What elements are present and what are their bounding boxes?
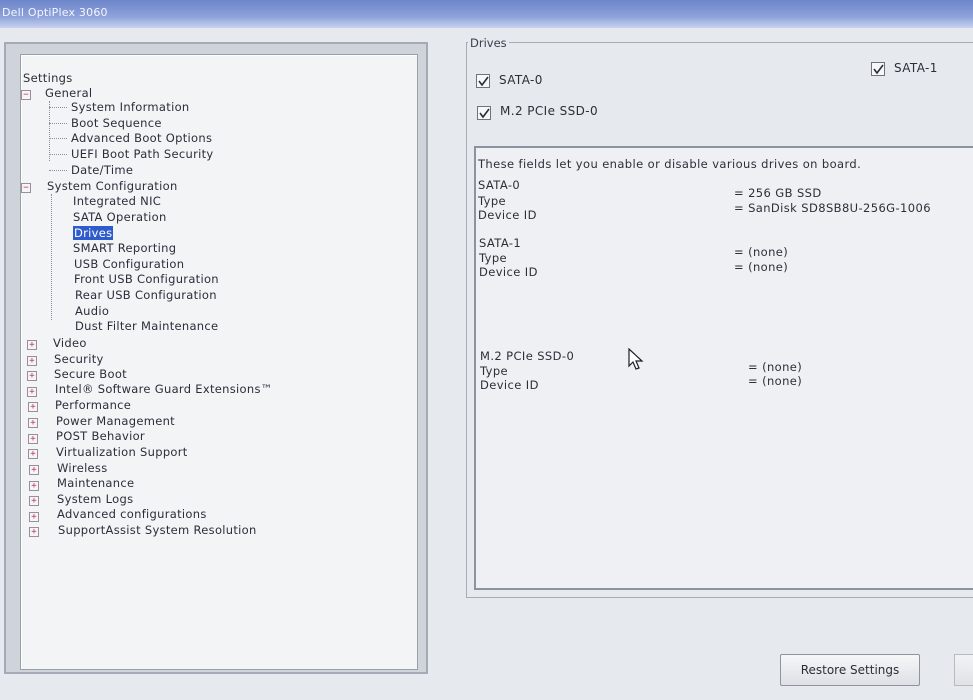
sata-0-device-id-value: = SanDisk SD8SB8U-256G-1006 (734, 201, 931, 215)
expand-icon[interactable]: + (29, 496, 39, 506)
tree-item-performance[interactable]: Performance (55, 398, 131, 413)
tree-item-sata-operation[interactable]: SATA Operation (73, 210, 167, 225)
sata-1-label[interactable]: SATA-1 (894, 61, 938, 75)
checkmark-icon (479, 108, 490, 119)
m2-pcie-ssd-0-device-id-value: = (none) (748, 374, 803, 388)
sata-0-checkbox[interactable] (476, 74, 490, 88)
collapse-icon[interactable]: − (21, 183, 31, 193)
tree-item-integrated-nic[interactable]: Integrated NIC (73, 194, 161, 209)
expand-icon[interactable]: + (27, 387, 37, 397)
sata-0-label[interactable]: SATA-0 (499, 73, 543, 87)
next-button[interactable] (954, 654, 973, 686)
sata-1-type-value: = (none) (734, 245, 789, 259)
restore-settings-button[interactable]: Restore Settings (780, 654, 920, 686)
tree-connector (49, 107, 67, 108)
tree-item-maintenance[interactable]: Maintenance (57, 476, 134, 491)
m2-pcie-ssd-0-type-label: Type (480, 364, 509, 378)
tree-item-video[interactable]: Video (53, 336, 87, 351)
tree-item-advanced-boot-options[interactable]: Advanced Boot Options (71, 131, 212, 146)
tree-connector (51, 194, 52, 320)
expand-icon[interactable]: + (28, 418, 38, 428)
expand-icon[interactable]: + (29, 527, 39, 537)
tree-item-drives[interactable]: Drives (73, 226, 114, 241)
sata-1-device-id-label: Device ID (479, 265, 538, 279)
tree-item-dust-filter-maintenance[interactable]: Dust Filter Maintenance (75, 319, 218, 334)
sata-1-checkbox[interactable] (871, 62, 885, 76)
tree-item-system-configuration[interactable]: System Configuration (47, 179, 178, 194)
mouse-cursor-icon (628, 348, 644, 370)
expand-icon[interactable]: + (27, 356, 37, 366)
expand-icon[interactable]: + (29, 512, 39, 522)
expand-icon[interactable]: + (29, 465, 39, 475)
sata-0-type-value: = 256 GB SSD (734, 186, 822, 200)
tree-item-supportassist[interactable]: SupportAssist System Resolution (58, 523, 257, 538)
sata-1-type-label: Type (479, 251, 508, 265)
tree-item-post-behavior[interactable]: POST Behavior (56, 429, 145, 444)
title-bar: Dell OptiPlex 3060 (0, 0, 973, 28)
tree-item-audio[interactable]: Audio (75, 304, 109, 319)
tree-connector (49, 138, 67, 139)
checkmark-icon (873, 64, 884, 75)
sata-1-device-id-value: = (none) (734, 260, 789, 274)
sata-0-heading: SATA-0 (478, 178, 521, 192)
tree-item-secure-boot[interactable]: Secure Boot (54, 367, 127, 382)
drive-info-description: These fields let you enable or disable v… (478, 157, 862, 171)
collapse-icon[interactable]: − (21, 90, 31, 100)
tree-connector (49, 101, 50, 161)
sata-1-heading: SATA-1 (479, 236, 522, 250)
tree-item-virtualization-support[interactable]: Virtualization Support (56, 445, 188, 460)
tree-item-advanced-configurations[interactable]: Advanced configurations (57, 507, 207, 522)
expand-icon[interactable]: + (28, 402, 38, 412)
drives-group-title: Drives (468, 36, 509, 50)
m2-pcie-ssd-0-checkbox[interactable] (477, 106, 491, 120)
tree-connector (49, 123, 67, 124)
tree-item-general[interactable]: General (45, 86, 92, 101)
settings-tree-frame: Settings − General System Information Bo… (4, 42, 428, 674)
m2-pcie-ssd-0-device-id-label: Device ID (480, 378, 539, 392)
m2-pcie-ssd-0-label[interactable]: M.2 PCIe SSD-0 (500, 104, 598, 118)
tree-item-date-time[interactable]: Date/Time (71, 163, 133, 178)
tree-connector (49, 154, 67, 155)
tree-item-rear-usb-configuration[interactable]: Rear USB Configuration (75, 288, 217, 303)
expand-icon[interactable]: + (27, 340, 37, 350)
tree-item-intel-sgx[interactable]: Intel® Software Guard Extensions™ (55, 382, 273, 397)
expand-icon[interactable]: + (28, 434, 38, 444)
tree-connector (49, 170, 67, 171)
expand-icon[interactable]: + (27, 371, 37, 381)
expand-icon[interactable]: + (28, 449, 38, 459)
tree-item-uefi-boot-path-security[interactable]: UEFI Boot Path Security (71, 147, 214, 162)
expand-icon[interactable]: + (29, 481, 39, 491)
tree-item-wireless[interactable]: Wireless (57, 461, 108, 476)
tree-item-usb-configuration[interactable]: USB Configuration (74, 257, 184, 272)
tree-item-power-management[interactable]: Power Management (56, 414, 175, 429)
tree-item-boot-sequence[interactable]: Boot Sequence (71, 116, 162, 131)
sata-0-device-id-label: Device ID (478, 208, 537, 222)
tree-item-system-logs[interactable]: System Logs (57, 492, 133, 507)
tree-item-system-information[interactable]: System Information (71, 100, 190, 115)
tree-item-front-usb-configuration[interactable]: Front USB Configuration (74, 272, 219, 287)
tree-item-smart-reporting[interactable]: SMART Reporting (73, 241, 176, 256)
m2-pcie-ssd-0-heading: M.2 PCIe SSD-0 (480, 349, 575, 363)
window-title: Dell OptiPlex 3060 (2, 6, 108, 19)
sata-0-type-label: Type (478, 194, 507, 208)
checkmark-icon (478, 76, 489, 87)
settings-tree[interactable]: Settings − General System Information Bo… (20, 54, 418, 670)
tree-item-drives-selected[interactable]: Drives (73, 226, 114, 240)
tree-item-security[interactable]: Security (54, 352, 104, 367)
tree-root-settings[interactable]: Settings (23, 71, 73, 86)
m2-pcie-ssd-0-type-value: = (none) (748, 360, 803, 374)
